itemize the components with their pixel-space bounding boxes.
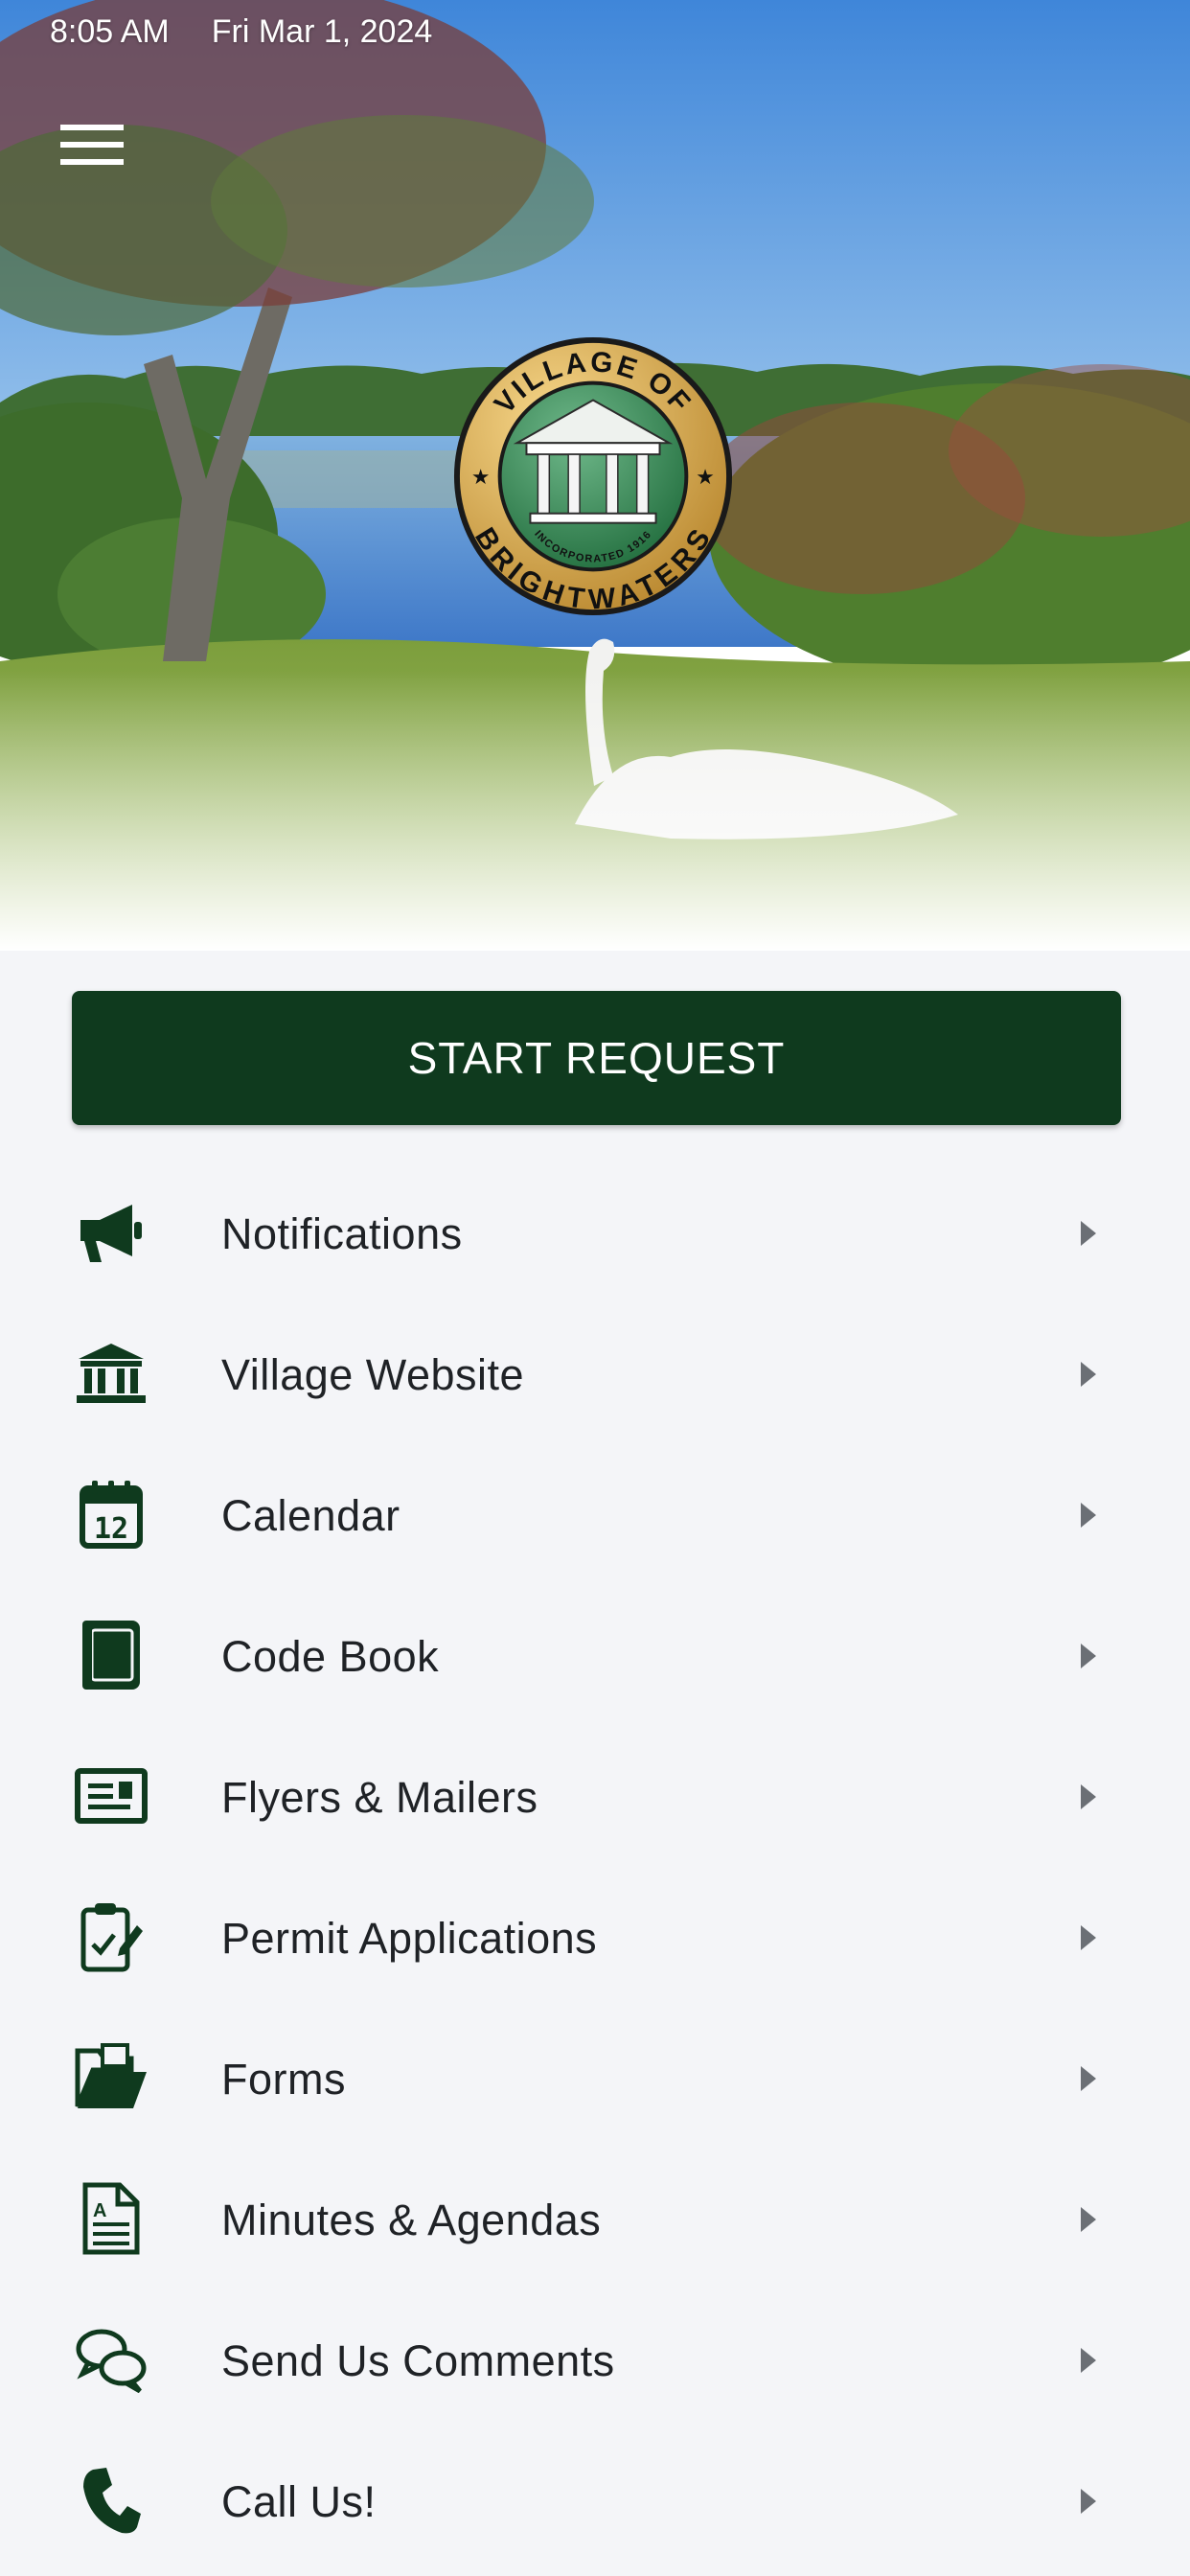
status-date: Fri Mar 1, 2024 — [211, 13, 433, 50]
start-request-button[interactable]: START REQUEST — [72, 991, 1121, 1125]
document-icon: A — [73, 2180, 149, 2257]
menu-item-minutes-agendas[interactable]: A Minutes & Agendas — [0, 2148, 1190, 2288]
svg-text:★: ★ — [696, 466, 715, 490]
menu-item-label: Village Website — [221, 1350, 525, 1399]
menu-item-forms[interactable]: Forms — [0, 2007, 1190, 2148]
menu-item-label: Send Us Comments — [221, 2336, 615, 2385]
folder-open-icon — [73, 2039, 149, 2116]
menu-item-label: Code Book — [221, 1632, 440, 1681]
menu-list: Notifications Village Website 12 Calenda… — [0, 1162, 1190, 2570]
menu-item-notifications[interactable]: Notifications — [0, 1162, 1190, 1302]
menu-item-call-us[interactable]: Call Us! — [0, 2429, 1190, 2570]
menu-item-label: Flyers & Mailers — [221, 1773, 538, 1822]
caret-right-icon — [1081, 1925, 1096, 1950]
caret-right-icon — [1081, 2489, 1096, 2514]
caret-right-icon — [1081, 2066, 1096, 2091]
village-seal-logo: VILLAGE OF BRIGHTWATERS INCORPORATED 191… — [453, 336, 733, 616]
menu-item-permit-applications[interactable]: Permit Applications — [0, 1866, 1190, 2007]
hamburger-menu-button[interactable] — [52, 113, 132, 176]
menu-item-send-comments[interactable]: Send Us Comments — [0, 2288, 1190, 2429]
status-time: 8:05 AM — [50, 13, 170, 50]
caret-right-icon — [1081, 1362, 1096, 1387]
newspaper-icon — [73, 1758, 149, 1834]
menu-item-label: Notifications — [221, 1209, 463, 1258]
caret-right-icon — [1081, 1503, 1096, 1528]
status-bar: 8:05 AM Fri Mar 1, 2024 — [50, 13, 432, 56]
menu-item-flyers-mailers[interactable]: Flyers & Mailers — [0, 1725, 1190, 1866]
menu-item-label: Calendar — [221, 1491, 400, 1540]
caret-right-icon — [1081, 1784, 1096, 1809]
hamburger-menu-icon — [60, 125, 124, 165]
caret-right-icon — [1081, 1644, 1096, 1668]
caret-right-icon — [1081, 2348, 1096, 2373]
menu-item-calendar[interactable]: 12 Calendar — [0, 1443, 1190, 1584]
menu-item-label: Permit Applications — [221, 1914, 598, 1963]
clipboard-check-icon — [73, 1898, 149, 1975]
megaphone-icon — [73, 1194, 149, 1271]
menu-item-label: Minutes & Agendas — [221, 2196, 602, 2244]
phone-icon — [73, 2462, 149, 2539]
svg-text:★: ★ — [471, 466, 491, 490]
svg-text:12: 12 — [94, 1512, 128, 1546]
book-icon — [73, 1617, 149, 1693]
menu-item-label: Forms — [221, 2055, 346, 2104]
building-icon — [73, 1335, 149, 1412]
hero-banner: 8:05 AM Fri Mar 1, 2024 VILLAGE OF BRIGH… — [0, 0, 1190, 951]
menu-item-code-book[interactable]: Code Book — [0, 1584, 1190, 1725]
menu-item-label: Call Us! — [221, 2477, 377, 2526]
menu-item-village-website[interactable]: Village Website — [0, 1302, 1190, 1443]
svg-text:A: A — [93, 2200, 106, 2221]
caret-right-icon — [1081, 1221, 1096, 1246]
calendar-icon: 12 — [73, 1476, 149, 1552]
comments-icon — [73, 2321, 149, 2398]
caret-right-icon — [1081, 2207, 1096, 2232]
